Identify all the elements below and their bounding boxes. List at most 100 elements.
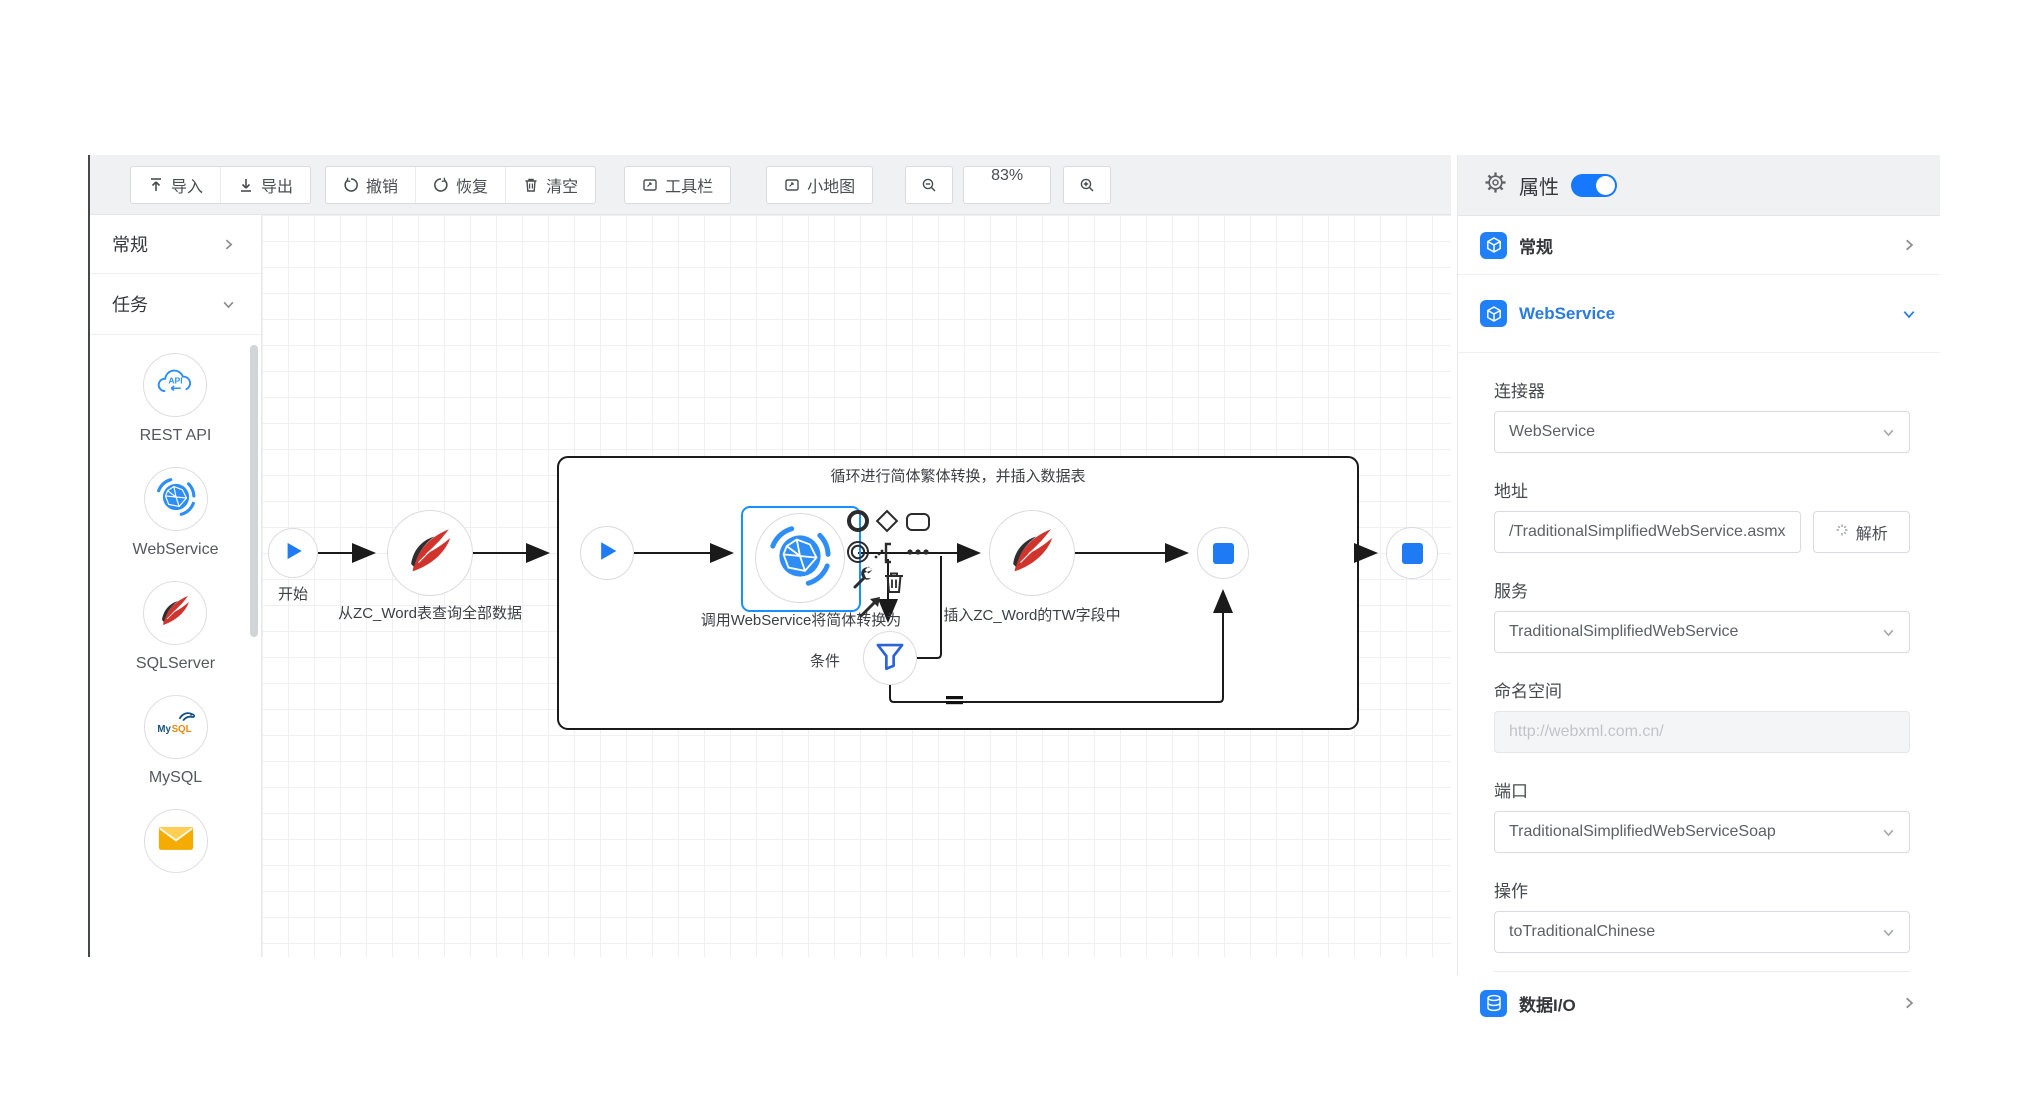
palette-item-rest-api-label: REST API xyxy=(140,427,212,445)
operation-label: 操作 xyxy=(1494,877,1910,902)
webservice-icon xyxy=(155,476,197,523)
contextpad-annotation-icon[interactable] xyxy=(873,539,901,567)
end-node[interactable] xyxy=(1386,527,1438,579)
contextpad-intermediate-event-icon[interactable] xyxy=(844,538,872,566)
chevron-down-icon xyxy=(1882,826,1895,839)
contextpad-end-event-icon[interactable] xyxy=(844,507,872,535)
chevron-down-icon xyxy=(1882,926,1895,939)
condition-node[interactable] xyxy=(863,631,917,685)
import-button[interactable]: 导入 xyxy=(131,167,220,203)
webservice-node-selected[interactable] xyxy=(755,513,845,603)
chevron-right-icon xyxy=(1902,238,1916,252)
section-data-io[interactable]: 数据I/O xyxy=(1458,972,1940,1034)
service-select[interactable]: TraditionalSimplifiedWebService xyxy=(1494,611,1910,653)
group-title: 循环进行简体繁体转换，并插入数据表 xyxy=(830,465,1085,486)
resolve-button[interactable]: 解析 xyxy=(1813,511,1910,553)
webservice-icon xyxy=(767,523,833,594)
stop-square-icon xyxy=(1402,543,1423,564)
palette-item-webservice[interactable]: WebService xyxy=(133,467,219,559)
sqlserver-icon xyxy=(155,591,195,636)
sql-query-node[interactable] xyxy=(387,510,473,596)
gear-icon xyxy=(1484,171,1507,199)
chevron-down-icon xyxy=(1882,426,1895,439)
port-select[interactable]: TraditionalSimplifiedWebServiceSoap xyxy=(1494,811,1910,853)
clear-button[interactable]: 清空 xyxy=(505,167,595,203)
section-webservice[interactable]: WebService xyxy=(1458,275,1940,353)
contextpad-connect-icon[interactable] xyxy=(856,593,884,621)
zoom-out-button[interactable] xyxy=(906,167,952,203)
play-icon xyxy=(593,537,621,570)
sql-insert-node-label: 插入ZC_Word的TW字段中 xyxy=(943,604,1120,625)
address-input[interactable]: /TraditionalSimplifiedWebService.asmx xyxy=(1494,511,1801,553)
zoom-out-group xyxy=(905,166,953,204)
palette-item-mysql[interactable]: My SQL MySQL xyxy=(144,695,208,787)
toolbar-toggle-group: 工具栏 xyxy=(624,166,731,204)
zoom-in-group xyxy=(1063,166,1111,204)
start-node[interactable] xyxy=(268,528,318,578)
flow-canvas[interactable]: 循环进行简体繁体转换，并插入数据表 开始 从ZC_Word表查询全部数据 xyxy=(262,215,1451,957)
port-label: 端口 xyxy=(1494,777,1910,802)
contextpad-task-icon[interactable] xyxy=(904,508,932,536)
palette-item-mysql-label: MySQL xyxy=(149,769,202,787)
contextpad-wrench-icon[interactable] xyxy=(850,564,878,592)
service-label: 服务 xyxy=(1494,577,1910,602)
palette-item-sqlserver-label: SQLServer xyxy=(136,655,215,673)
connector-select[interactable]: WebService xyxy=(1494,411,1910,453)
palette-item-webservice-label: WebService xyxy=(133,541,219,559)
section-data-io-label: 数据I/O xyxy=(1519,991,1902,1016)
toolbar-toggle-button[interactable]: 工具栏 xyxy=(625,167,730,203)
undo-icon xyxy=(343,177,359,193)
redo-label: 恢复 xyxy=(456,173,488,197)
section-webservice-label: WebService xyxy=(1519,304,1902,324)
resolve-spark-icon xyxy=(1835,523,1849,542)
node-palette-sidebar: 常规 任务 API xyxy=(90,215,262,957)
contextpad-gateway-icon[interactable] xyxy=(873,507,901,535)
contextpad-delete-icon[interactable] xyxy=(880,568,908,596)
address-label: 地址 xyxy=(1494,477,1910,502)
zoom-level-display: 83% xyxy=(963,166,1051,204)
palette-item-email[interactable] xyxy=(144,809,208,873)
canvas-toolbar: 导入 导出 撤销 恢复 xyxy=(90,155,1451,215)
play-icon xyxy=(280,538,306,569)
rest-api-icon: API xyxy=(154,366,196,404)
connector-label: 连接器 xyxy=(1494,377,1910,402)
connector-value: WebService xyxy=(1509,423,1595,441)
svg-text:My: My xyxy=(157,724,171,735)
svg-text:API: API xyxy=(169,375,183,385)
loop-start-node[interactable] xyxy=(580,526,634,580)
sidebar-section-tasks-label: 任务 xyxy=(112,291,148,317)
redo-button[interactable]: 恢复 xyxy=(415,167,505,203)
sql-insert-node[interactable] xyxy=(989,510,1075,596)
sidebar-section-general[interactable]: 常规 xyxy=(90,215,261,274)
sidebar-scrollbar-thumb[interactable] xyxy=(250,345,258,637)
svg-text:SQL: SQL xyxy=(171,724,191,735)
contextpad-more-icon[interactable] xyxy=(904,538,932,566)
loop-end-node[interactable] xyxy=(1197,527,1249,579)
sqlserver-icon xyxy=(1003,522,1061,585)
resolve-label: 解析 xyxy=(1856,520,1888,544)
sidebar-section-tasks[interactable]: 任务 xyxy=(90,274,261,335)
properties-toggle[interactable] xyxy=(1571,174,1617,197)
minimap-icon xyxy=(784,177,800,193)
address-value: /TraditionalSimplifiedWebService.asmx xyxy=(1509,523,1786,541)
minimap-group: 小地图 xyxy=(766,166,873,204)
export-button[interactable]: 导出 xyxy=(220,167,310,203)
palette-list: API REST API xyxy=(90,335,261,895)
stop-square-icon xyxy=(1213,543,1234,564)
undo-button[interactable]: 撤销 xyxy=(326,167,415,203)
chevron-down-icon xyxy=(222,298,235,311)
zoom-out-icon xyxy=(921,177,937,193)
service-value: TraditionalSimplifiedWebService xyxy=(1509,623,1738,641)
minimap-button[interactable]: 小地图 xyxy=(767,167,872,203)
sql-query-node-label: 从ZC_Word表查询全部数据 xyxy=(338,602,522,623)
operation-select[interactable]: toTraditionalChinese xyxy=(1494,911,1910,953)
palette-item-rest-api[interactable]: API REST API xyxy=(140,353,212,445)
palette-item-sqlserver[interactable]: SQLServer xyxy=(136,581,215,673)
section-general[interactable]: 常规 xyxy=(1458,216,1940,275)
operation-value: toTraditionalChinese xyxy=(1509,923,1655,941)
port-value: TraditionalSimplifiedWebServiceSoap xyxy=(1509,823,1776,841)
import-icon xyxy=(148,177,164,193)
zoom-in-icon xyxy=(1079,177,1095,193)
webservice-fields: 连接器 WebService 地址 /TraditionalSimplified… xyxy=(1458,377,1940,972)
zoom-in-button[interactable] xyxy=(1064,167,1110,203)
